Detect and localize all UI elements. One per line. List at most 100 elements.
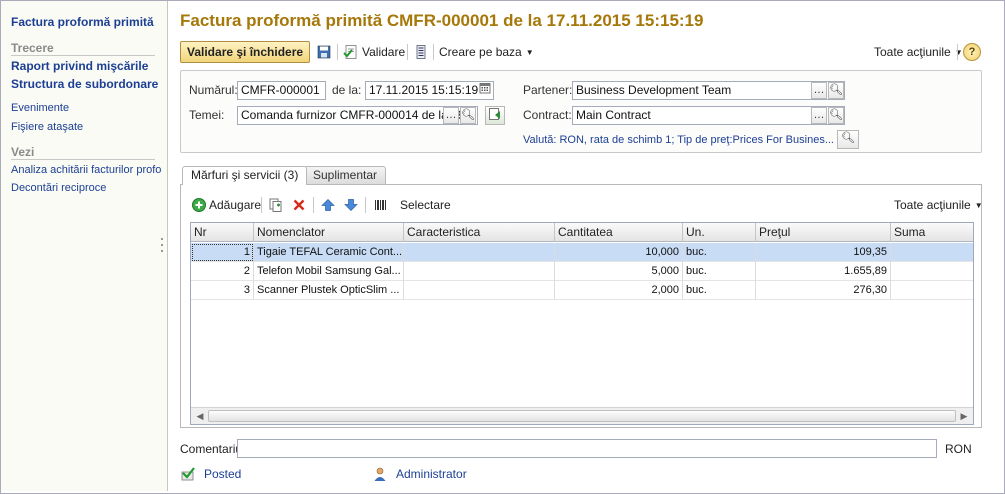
cell-nr[interactable]: 2	[191, 262, 254, 281]
column-header-nr[interactable]: Nr	[191, 223, 254, 242]
cell-characteristic[interactable]	[404, 262, 555, 281]
cell-characteristic[interactable]	[404, 243, 555, 262]
cell-nr[interactable]: 3	[191, 281, 254, 300]
nav-item-attached-files[interactable]: Fişiere ataşate	[11, 121, 161, 133]
author-label: Administrator	[396, 467, 467, 481]
document-form: Factura proformă primită CMFR-000001 de …	[169, 1, 1003, 491]
column-header-nomenclator[interactable]: Nomenclator	[254, 223, 404, 242]
contract-field[interactable]: Main Contract	[572, 106, 845, 125]
cell-characteristic[interactable]	[404, 281, 555, 300]
nav-divider	[11, 159, 155, 160]
save-button[interactable]	[316, 41, 332, 63]
contract-select-button[interactable]: …	[811, 107, 827, 124]
nav-item-subordination-structure[interactable]: Structura de subordonare	[11, 77, 161, 91]
save-and-close-button[interactable]: Validare şi închidere	[180, 41, 311, 63]
chevron-down-icon: ▼	[954, 47, 963, 57]
cell-sum[interactable]	[891, 243, 973, 262]
currency-info-link[interactable]: Valută: RON, rata de schimb 1; Tip de pr…	[523, 134, 834, 146]
scrollbar-thumb[interactable]	[208, 410, 956, 422]
search-icon[interactable]: 🔍︎	[828, 107, 844, 124]
cell-sum[interactable]	[891, 262, 973, 281]
create-based-on-dropdown[interactable]: Creare pe baza ▼	[439, 41, 534, 63]
nav-divider	[11, 55, 155, 56]
comment-field[interactable]	[237, 439, 937, 458]
basis-select-button[interactable]: …	[443, 107, 459, 124]
nav-item-movements-report[interactable]: Raport privind mişcările	[11, 59, 161, 73]
number-field[interactable]: CMFR-000001	[237, 81, 326, 100]
column-header-characteristic[interactable]: Caracteristica	[404, 223, 555, 242]
cell-price[interactable]: 1.655,89	[756, 262, 891, 281]
nav-item-events[interactable]: Evenimente	[11, 102, 161, 114]
search-icon[interactable]: 🔍︎	[837, 130, 859, 149]
table-row[interactable]: 2 Telefon Mobil Samsung Gal... 5,000 buc…	[191, 262, 973, 281]
cell-nr[interactable]: 1	[191, 243, 254, 262]
cell-item[interactable]: Tigaie TEFAL Ceramic Cont...	[254, 243, 404, 262]
barcode-icon	[375, 200, 386, 210]
contract-label: Contract:	[523, 108, 572, 122]
cell-item[interactable]: Scanner Plustek OpticSlim ...	[254, 281, 404, 300]
cell-unit[interactable]: buc.	[683, 281, 756, 300]
toolbar-separator	[407, 44, 408, 60]
posted-status-label: Posted	[204, 467, 242, 481]
horizontal-scrollbar[interactable]: ◀ ▶	[191, 407, 973, 424]
nav-item-mutual-settlements[interactable]: Decontări reciproce	[11, 182, 161, 194]
posted-status: Posted	[180, 463, 241, 485]
user-icon	[374, 467, 386, 481]
cell-unit[interactable]: buc.	[683, 243, 756, 262]
date-label: de la:	[332, 83, 362, 97]
basis-field[interactable]: Comanda furnizor CMFR-000014 de la 09.0	[237, 106, 478, 125]
post-document-button[interactable]: Validare	[343, 41, 405, 63]
search-icon[interactable]: 🔍︎	[828, 82, 844, 99]
tab-goods-and-services[interactable]: Mărfuri şi servicii (3)	[182, 166, 308, 185]
header-fields-panel: Numărul: CMFR-000001 de la: 17.11.2015 1…	[180, 70, 982, 153]
cell-sum[interactable]	[891, 281, 973, 300]
cell-unit[interactable]: buc.	[683, 262, 756, 281]
cell-quantity[interactable]: 5,000	[555, 262, 683, 281]
toolbar-separator	[337, 44, 338, 60]
nav-section-trecere: Trecere	[11, 41, 54, 55]
nav-item-current-document[interactable]: Factura proformă primită	[11, 15, 161, 29]
move-up-button[interactable]	[320, 194, 336, 216]
partner-field[interactable]: Business Development Team	[572, 81, 845, 100]
cell-price[interactable]: 276,30	[756, 281, 891, 300]
cell-quantity[interactable]: 2,000	[555, 281, 683, 300]
delete-row-button[interactable]	[291, 194, 307, 216]
calendar-icon[interactable]	[477, 82, 493, 99]
table-row[interactable]: 3 Scanner Plustek OpticSlim ... 2,000 bu…	[191, 281, 973, 300]
fill-from-basis-button[interactable]	[485, 106, 505, 125]
toolbar-separator	[957, 44, 958, 60]
select-items-button[interactable]: Selectare	[400, 194, 451, 216]
arrow-up-icon	[321, 199, 335, 211]
add-row-label: Adăugare	[209, 198, 262, 212]
table-row[interactable]: 1 Tigaie TEFAL Ceramic Cont... 10,000 bu…	[191, 243, 973, 262]
column-header-quantity[interactable]: Cantitatea	[555, 223, 683, 242]
column-header-sum[interactable]: Suma	[891, 223, 973, 242]
number-label: Numărul:	[189, 83, 238, 97]
toolbar-separator	[365, 197, 366, 213]
barcode-button[interactable]	[373, 194, 389, 216]
date-field[interactable]: 17.11.2015 15:15:19	[365, 81, 494, 100]
cell-quantity[interactable]: 10,000	[555, 243, 683, 262]
document-structure-button[interactable]	[413, 41, 429, 63]
column-header-unit[interactable]: Un.	[683, 223, 756, 242]
add-row-button[interactable]: Adăugare	[191, 194, 261, 216]
cell-price[interactable]: 109,35	[756, 243, 891, 262]
move-down-button[interactable]	[343, 194, 359, 216]
toolbar-separator	[261, 197, 262, 213]
partner-select-button[interactable]: …	[811, 82, 827, 99]
help-button[interactable]: ?	[963, 43, 981, 61]
search-icon[interactable]: 🔍︎	[460, 107, 476, 124]
scroll-right-icon[interactable]: ▶	[957, 410, 971, 423]
floppy-disk-icon	[317, 45, 331, 59]
panel-splitter-handle[interactable]	[160, 236, 164, 260]
copy-row-button[interactable]	[268, 194, 284, 216]
scroll-left-icon[interactable]: ◀	[193, 410, 207, 423]
tab-additional[interactable]: Suplimentar	[304, 166, 387, 184]
cell-item[interactable]: Telefon Mobil Samsung Gal...	[254, 262, 404, 281]
structure-icon	[416, 45, 426, 59]
column-header-price[interactable]: Preţul	[756, 223, 891, 242]
goods-all-actions-dropdown[interactable]: Toate acţiunile ▼	[894, 194, 983, 216]
posted-check-icon	[181, 467, 195, 481]
nav-item-invoice-payment-analysis[interactable]: Analiza achitării facturilor proforma	[11, 164, 161, 176]
all-actions-dropdown[interactable]: Toate acţiunile ▼	[874, 41, 963, 63]
